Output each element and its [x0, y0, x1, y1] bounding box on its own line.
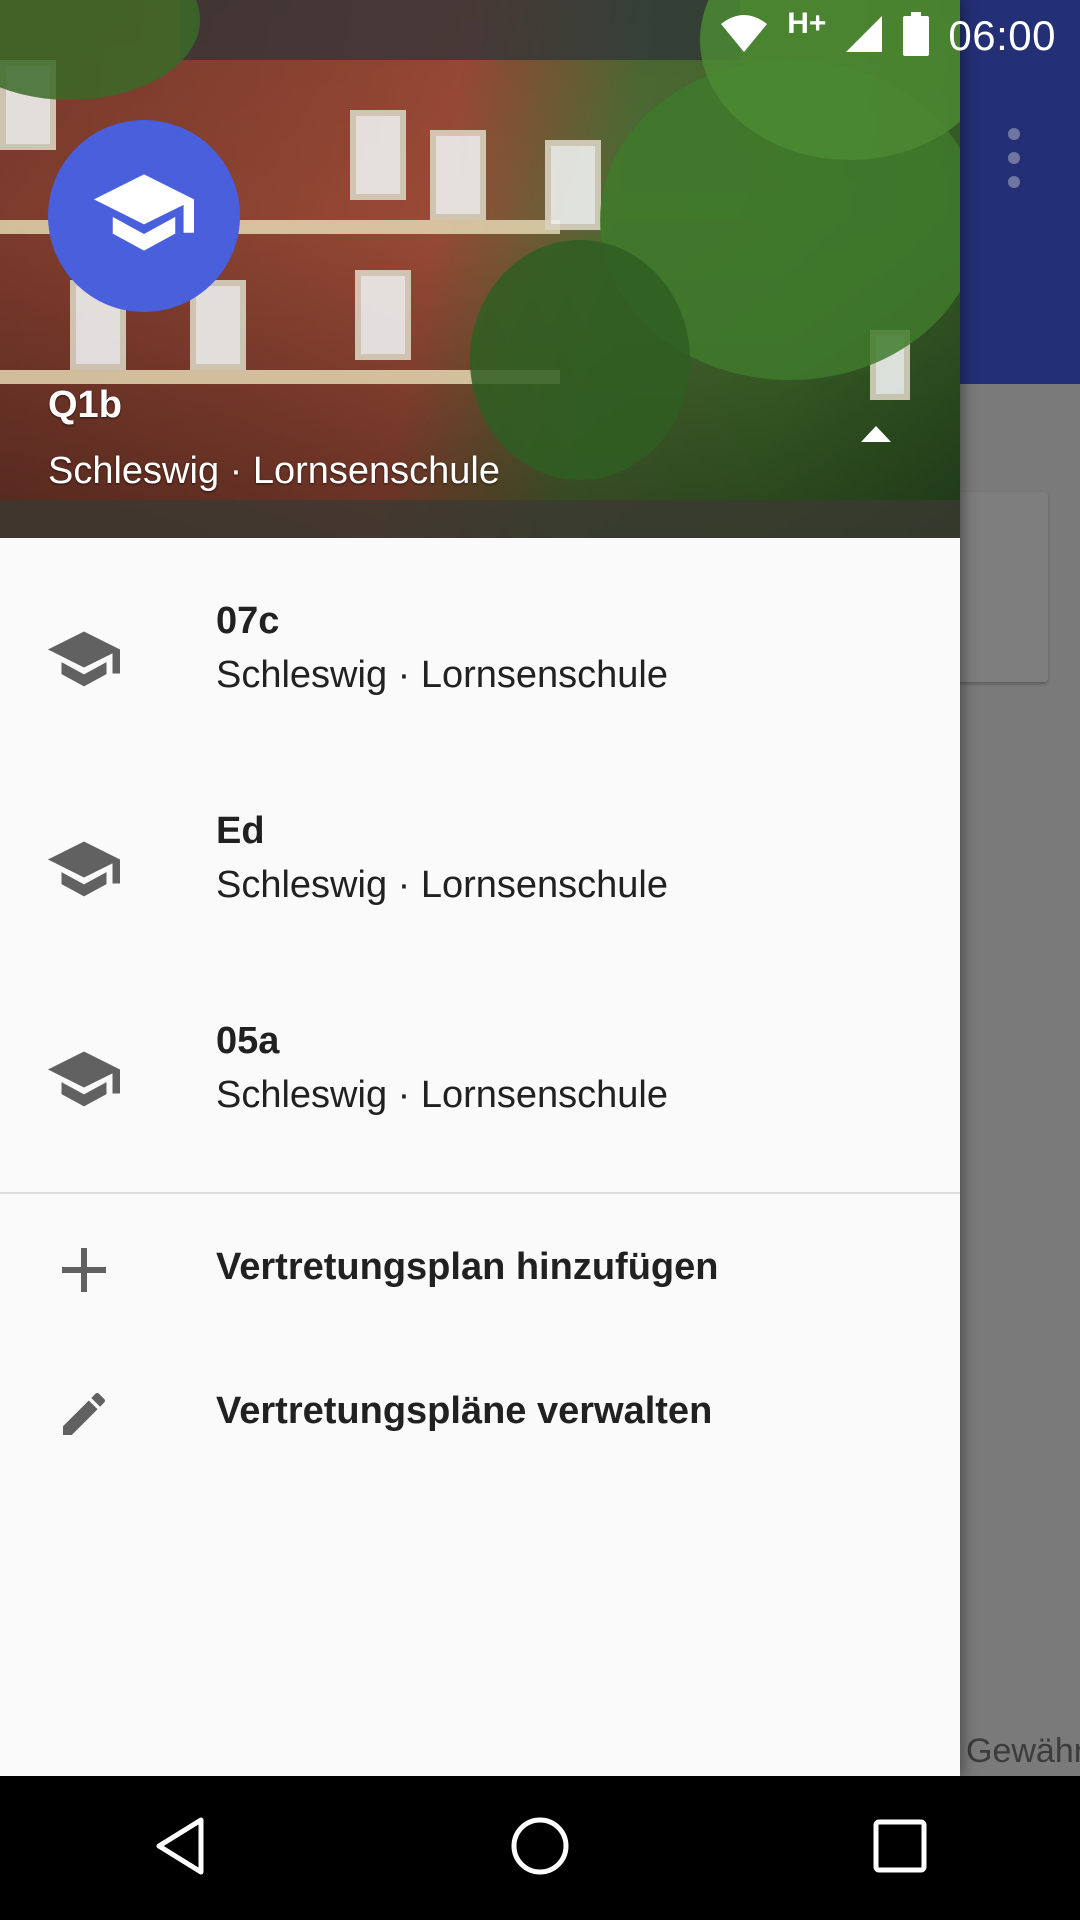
header-photo-window — [545, 140, 601, 230]
recents-square-icon — [873, 1819, 927, 1878]
header-photo-tree — [470, 240, 690, 480]
recents-button[interactable] — [840, 1788, 960, 1908]
back-triangle-icon — [153, 1816, 207, 1881]
header-subtitle: Schleswig · Lornsenschule — [48, 450, 501, 492]
plan-item-05a[interactable]: 05a Schleswig · Lornsenschule — [0, 978, 960, 1188]
plan-title: Ed — [216, 810, 265, 852]
plan-title: 05a — [216, 1020, 280, 1062]
wifi-icon — [719, 14, 769, 59]
school-icon — [48, 840, 120, 900]
add-plan-label: Vertretungsplan hinzufügen — [216, 1246, 719, 1288]
add-plan-button[interactable]: Vertretungsplan hinzufügen — [0, 1196, 960, 1340]
school-icon — [48, 1050, 120, 1110]
home-circle-icon — [510, 1816, 570, 1881]
plan-subtitle: Schleswig · Lornsenschule — [216, 1074, 669, 1116]
account-avatar[interactable] — [48, 120, 240, 312]
header-photo-ground — [0, 500, 960, 538]
header-photo-window — [350, 110, 406, 200]
header-photo-window — [430, 130, 486, 220]
drawer-divider — [0, 1192, 960, 1194]
school-icon — [94, 173, 194, 259]
back-button[interactable] — [120, 1788, 240, 1908]
battery-icon — [902, 11, 930, 61]
plan-title: 07c — [216, 600, 280, 642]
plan-subtitle: Schleswig · Lornsenschule — [216, 654, 669, 696]
plan-subtitle: Schleswig · Lornsenschule — [216, 864, 669, 906]
plan-item-ed[interactable]: Ed Schleswig · Lornsenschule — [0, 768, 960, 978]
cell-signal-icon — [844, 14, 884, 59]
home-button[interactable] — [480, 1788, 600, 1908]
account-toggle-arrow-icon[interactable] — [858, 422, 894, 446]
status-bar: H+ 06:00 — [0, 0, 1080, 72]
overflow-menu-icon[interactable] — [996, 128, 1032, 188]
pencil-icon — [48, 1386, 120, 1442]
system-navigation-bar — [0, 1776, 1080, 1920]
header-title: Q1b — [48, 384, 122, 426]
plus-icon — [48, 1242, 120, 1298]
status-time: 06:00 — [948, 12, 1056, 59]
network-type: H+ — [787, 7, 827, 40]
header-photo-window — [355, 270, 411, 360]
drawer-header: Q1b Schleswig · Lornsenschule — [0, 0, 960, 538]
school-icon — [48, 630, 120, 690]
plan-list: 07c Schleswig · Lornsenschule Ed Schlesw… — [0, 538, 960, 1188]
plan-item-07c[interactable]: 07c Schleswig · Lornsenschule — [0, 558, 960, 768]
manage-plans-button[interactable]: Vertretungspläne verwalten — [0, 1340, 960, 1484]
manage-plans-label: Vertretungspläne verwalten — [216, 1390, 713, 1432]
navigation-drawer: Q1b Schleswig · Lornsenschule 07c Schles… — [0, 0, 960, 1776]
background-footer-text: Gewähr. — [966, 1732, 1080, 1770]
